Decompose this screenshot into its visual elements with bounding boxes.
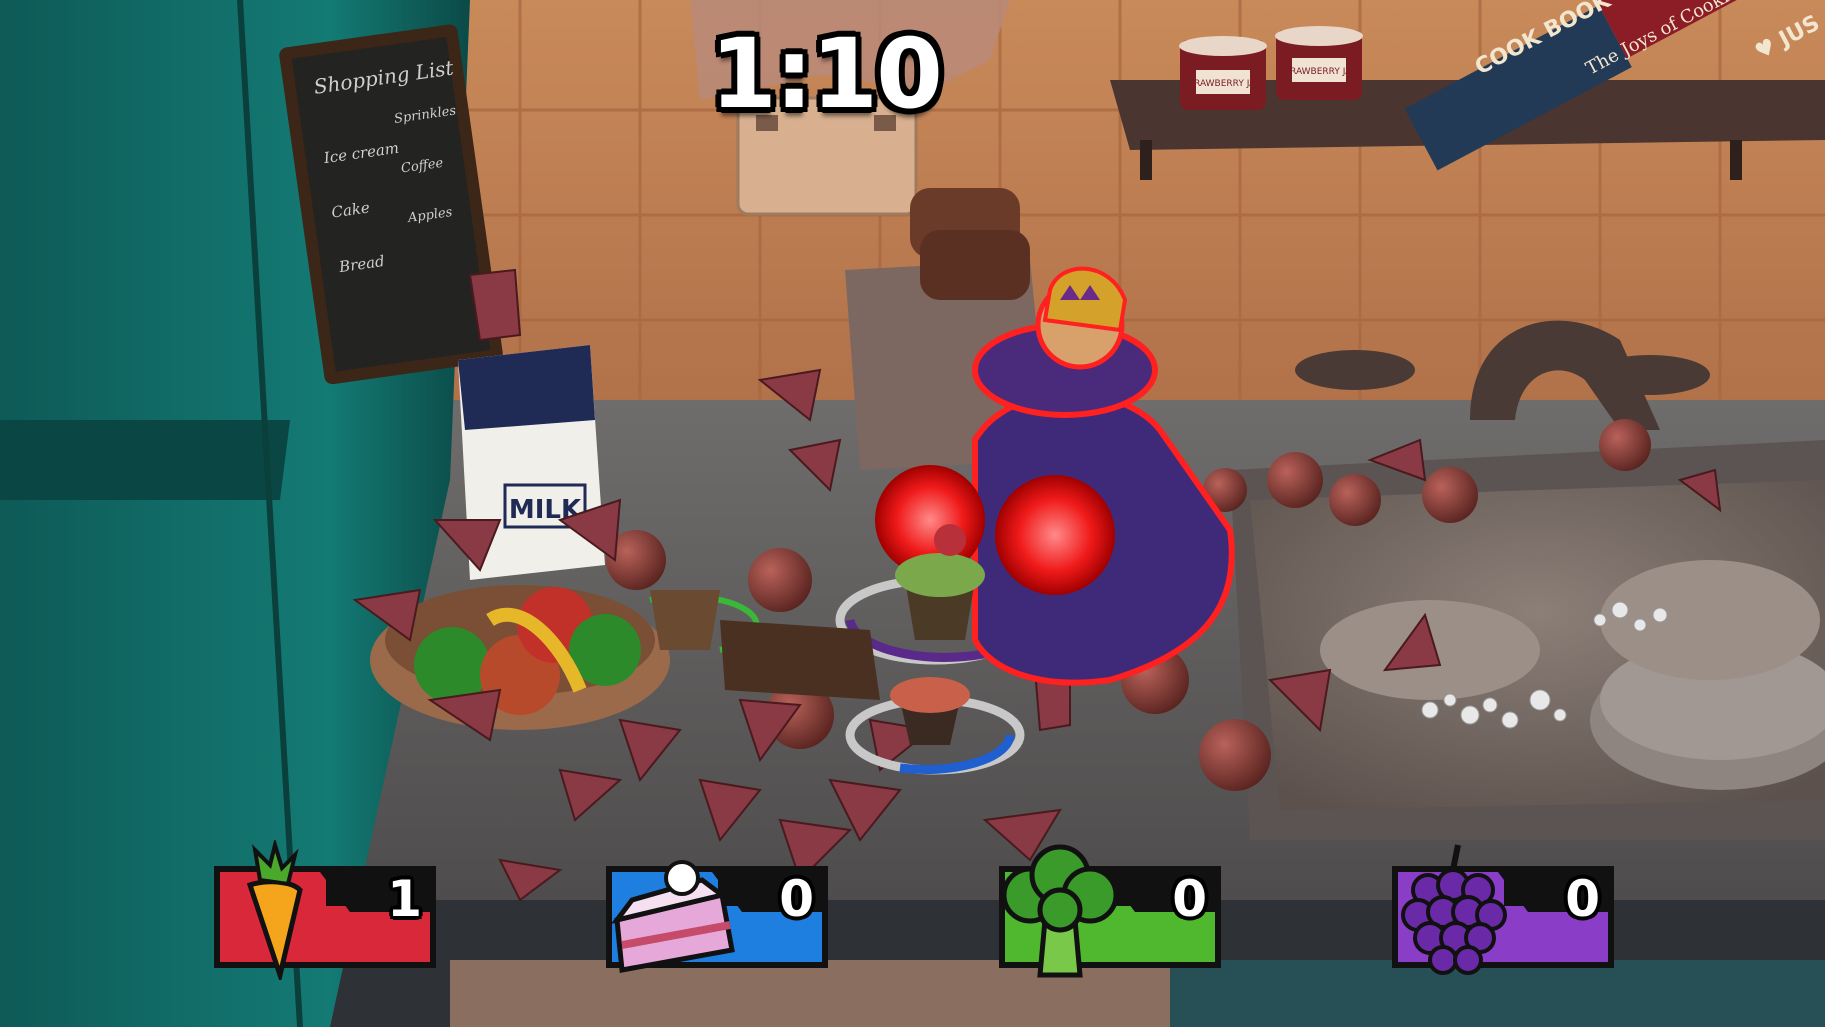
score-value: 0 (779, 870, 814, 928)
grapes-icon (1401, 844, 1507, 975)
score-value: 0 (1565, 870, 1600, 928)
score-value: 1 (387, 870, 422, 928)
score-value: 0 (1172, 870, 1207, 928)
score-card-cake: 0 (602, 860, 832, 973)
score-card-grapes: 0 (1388, 844, 1618, 975)
score-card-broccoli: 0 (995, 844, 1225, 978)
score-card-carrot: 1 (210, 840, 440, 980)
carrot-icon (246, 840, 303, 980)
broccoli-icon (1001, 844, 1119, 978)
jar-label: STRAWBERRY JAM (1183, 79, 1263, 89)
jar-label: STRAWBERRY JAM (1279, 67, 1359, 77)
cake-slice-icon (610, 860, 735, 973)
